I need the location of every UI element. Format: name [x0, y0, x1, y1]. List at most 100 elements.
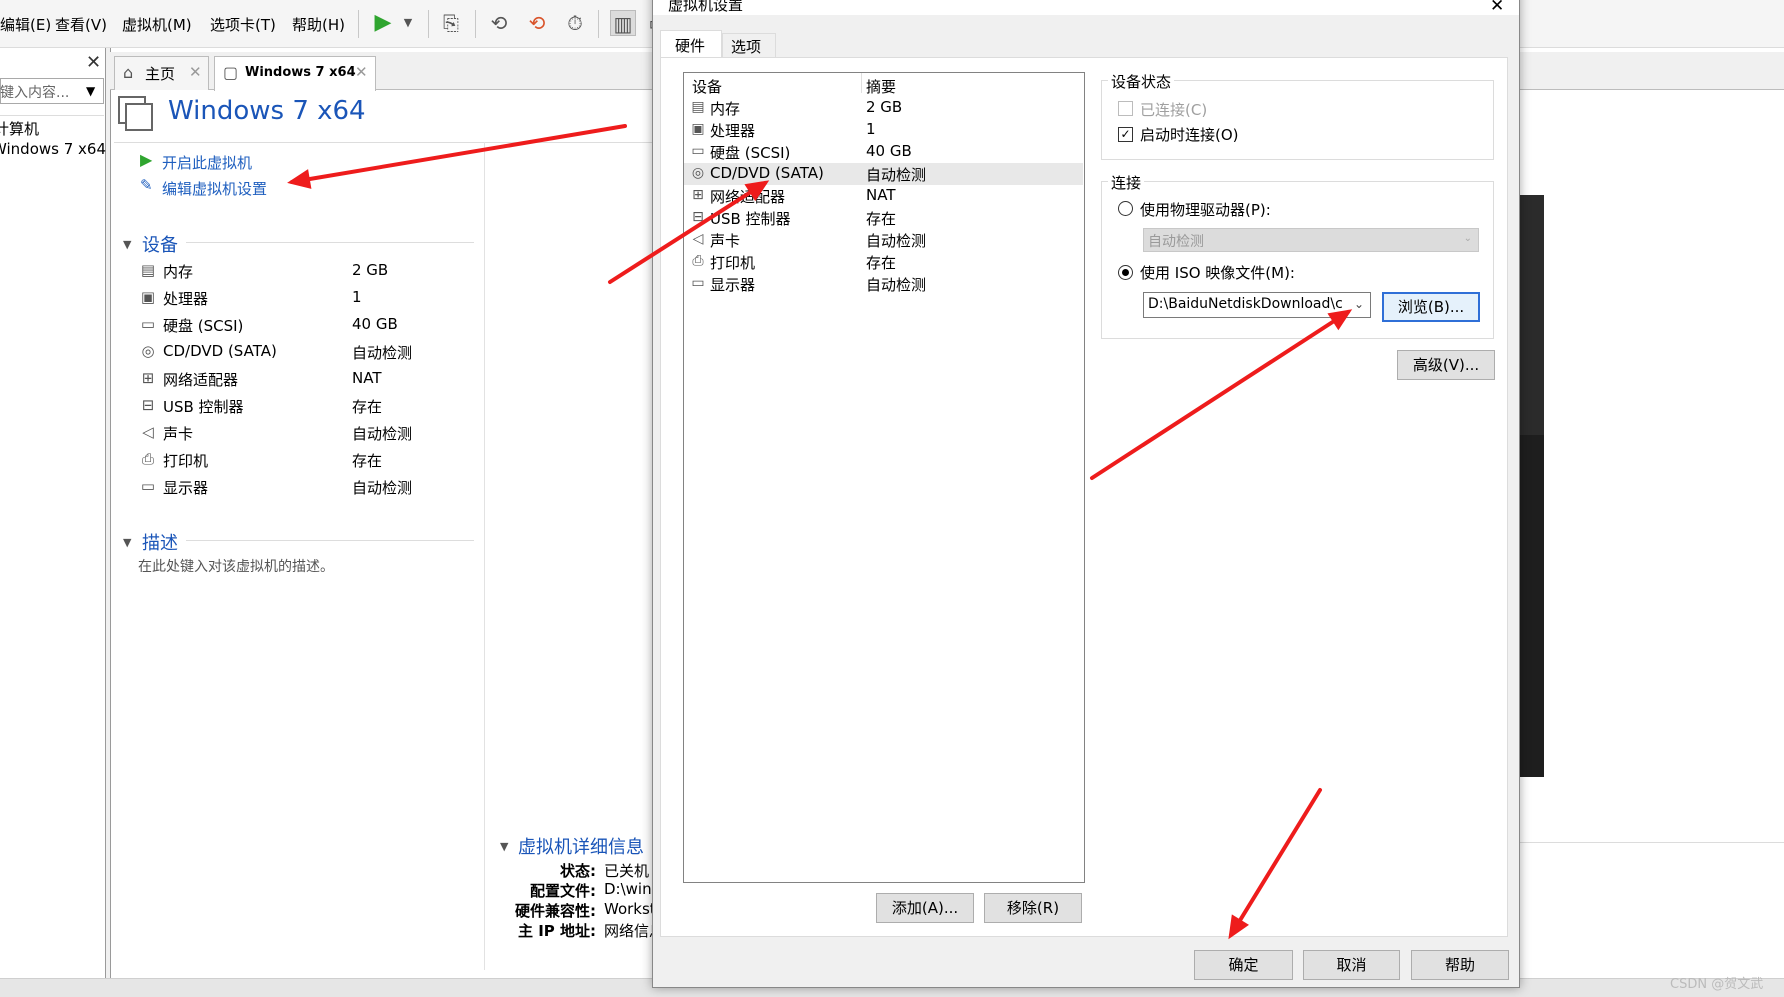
help-button[interactable]: 帮助 [1411, 950, 1509, 980]
close-icon[interactable]: ✕ [189, 63, 202, 81]
tree-item-computer[interactable]: 计算机 [0, 118, 39, 139]
browse-button[interactable]: 浏览(B)... [1382, 292, 1480, 322]
divider [1520, 842, 1784, 843]
tab-hardware[interactable]: 硬件 [660, 30, 722, 58]
device-value: 存在 [352, 452, 383, 470]
device-row[interactable]: ▤ 内存 2 GB [138, 258, 498, 284]
snapshot-manager-icon[interactable]: ⏱ [562, 10, 588, 36]
physical-drive-select: 自动检测 ⌄ [1143, 228, 1479, 252]
menu-view[interactable]: 查看(V) [55, 14, 107, 35]
list-item[interactable]: ◎ CD/DVD (SATA) 自动检测 [684, 163, 1083, 185]
printer-icon: ⎙ [692, 253, 704, 269]
device-row[interactable]: ▣ 处理器 1 [138, 285, 498, 311]
device-row[interactable]: ⊟ USB 控制器 存在 [138, 393, 498, 419]
iso-path-input[interactable]: D:\BaiduNetdiskDownload\cn_w ⌄ [1143, 292, 1371, 318]
revert-snapshot-icon[interactable]: ⟲ [524, 10, 550, 36]
device-summary: 40 GB [866, 142, 912, 160]
edit-settings-icon[interactable]: ✎ [140, 176, 153, 194]
tab-vm[interactable]: ▢ Windows 7 x64 ✕ [214, 56, 376, 91]
cancel-button[interactable]: 取消 [1303, 950, 1400, 980]
usb-icon: ⊟ [692, 209, 704, 225]
device-name: 内存 [163, 263, 194, 281]
list-item[interactable]: ▤ 内存 2 GB [684, 97, 1083, 119]
close-icon[interactable]: ✕ [355, 63, 368, 81]
menu-vm[interactable]: 虚拟机(M) [122, 14, 192, 35]
disk-icon: ▭ [691, 143, 705, 159]
list-item[interactable]: ⎙ 打印机 存在 [684, 251, 1083, 273]
collapse-icon[interactable]: ▼ [123, 238, 131, 251]
power-on-link[interactable]: 开启此虚拟机 [162, 152, 252, 173]
device-status-title: 设备状态 [1108, 71, 1175, 92]
toolbar-separator [428, 10, 429, 38]
device-summary: 2 GB [866, 98, 903, 116]
list-item[interactable]: ▣ 处理器 1 [684, 119, 1083, 141]
close-icon[interactable]: ✕ [1490, 0, 1504, 16]
device-name: 处理器 [710, 122, 756, 140]
sound-icon: ◁ [692, 231, 704, 247]
collapse-icon[interactable]: ▼ [500, 840, 508, 853]
divider [114, 142, 654, 143]
menu-edit[interactable]: 编辑(E) [0, 14, 51, 35]
description-section-title[interactable]: 描述 [142, 529, 178, 555]
list-item[interactable]: ⊞ 网络适配器 NAT [684, 185, 1083, 207]
device-summary: 自动检测 [866, 166, 927, 184]
list-item[interactable]: ⊟ USB 控制器 存在 [684, 207, 1083, 229]
device-row[interactable]: ◎ CD/DVD (SATA) 自动检测 [138, 339, 498, 365]
library-search-placeholder: 键入内容... [0, 85, 70, 101]
connected-checkbox[interactable] [1118, 101, 1133, 116]
device-row[interactable]: ◁ 声卡 自动检测 [138, 420, 498, 446]
close-icon[interactable]: ✕ [86, 52, 101, 73]
play-icon[interactable]: ▶ [370, 10, 396, 36]
chevron-down-icon[interactable]: ▼ [395, 10, 421, 36]
device-name: CD/DVD (SATA) [163, 342, 277, 360]
devices-section-title[interactable]: 设备 [142, 231, 178, 257]
tab-home[interactable]: ⌂ 主页 ✕ [114, 56, 209, 90]
list-item[interactable]: ▭ 硬盘 (SCSI) 40 GB [684, 141, 1083, 163]
list-header-summary[interactable]: 摘要 [866, 76, 896, 97]
connect-at-power-on-label[interactable]: 启动时连接(O) [1140, 124, 1239, 145]
chevron-down-icon[interactable]: ▼ [86, 84, 95, 98]
menu-tabs[interactable]: 选项卡(T) [210, 14, 276, 35]
device-name: 显示器 [710, 276, 756, 294]
advanced-button[interactable]: 高级(V)... [1397, 350, 1495, 380]
physical-drive-radio[interactable] [1118, 201, 1133, 216]
physical-drive-label[interactable]: 使用物理驱动器(P): [1140, 199, 1271, 220]
snapshot-icon[interactable]: ⟲ [486, 10, 512, 36]
iso-image-label[interactable]: 使用 ISO 映像文件(M): [1140, 262, 1295, 283]
play-icon[interactable]: ▶ [140, 150, 152, 169]
divider [186, 540, 474, 541]
device-name: 显示器 [163, 479, 209, 497]
list-header-device[interactable]: 设备 [692, 76, 722, 97]
chevron-down-icon[interactable]: ⌄ [1354, 297, 1364, 311]
edit-settings-link[interactable]: 编辑虚拟机设置 [162, 178, 267, 199]
sound-icon: ◁ [142, 423, 154, 441]
ok-button[interactable]: 确定 [1194, 950, 1293, 980]
remove-button[interactable]: 移除(R) [984, 893, 1082, 923]
connected-label[interactable]: 已连接(C) [1140, 99, 1207, 120]
collapse-icon[interactable]: ▼ [123, 536, 131, 549]
suspend-icon[interactable]: ⎘ [438, 10, 464, 36]
network-icon: ⊞ [141, 369, 155, 387]
tree-item-vm[interactable]: Windows 7 x64 [0, 140, 106, 158]
menu-help[interactable]: 帮助(H) [292, 14, 345, 35]
list-item[interactable]: ▭ 显示器 自动检测 [684, 273, 1083, 295]
iso-image-radio[interactable] [1118, 265, 1133, 280]
device-row[interactable]: ⎙ 打印机 存在 [138, 447, 498, 473]
device-row[interactable]: ▭ 硬盘 (SCSI) 40 GB [138, 312, 498, 338]
description-text[interactable]: 在此处键入对该虚拟机的描述。 [138, 556, 334, 576]
toolbar-separator [598, 10, 599, 38]
device-summary: 1 [866, 120, 876, 138]
device-row[interactable]: ▭ 显示器 自动检测 [138, 474, 498, 500]
physical-drive-value: 自动检测 [1148, 234, 1204, 250]
tab-options[interactable]: 选项 [722, 33, 776, 57]
toolbar-separator [475, 10, 476, 38]
connect-at-power-on-checkbox[interactable]: ✓ [1118, 127, 1133, 142]
device-row[interactable]: ⊞ 网络适配器 NAT [138, 366, 498, 392]
add-button[interactable]: 添加(A)... [876, 893, 974, 923]
details-section-title[interactable]: 虚拟机详细信息 [518, 833, 644, 859]
device-name: USB 控制器 [710, 210, 791, 228]
list-item[interactable]: ◁ 声卡 自动检测 [684, 229, 1083, 251]
watermark: CSDN @贺文武 [1670, 977, 1764, 992]
detail-label-config: 配置文件: [530, 882, 596, 900]
library-view-icon[interactable]: ▥ [610, 10, 636, 36]
